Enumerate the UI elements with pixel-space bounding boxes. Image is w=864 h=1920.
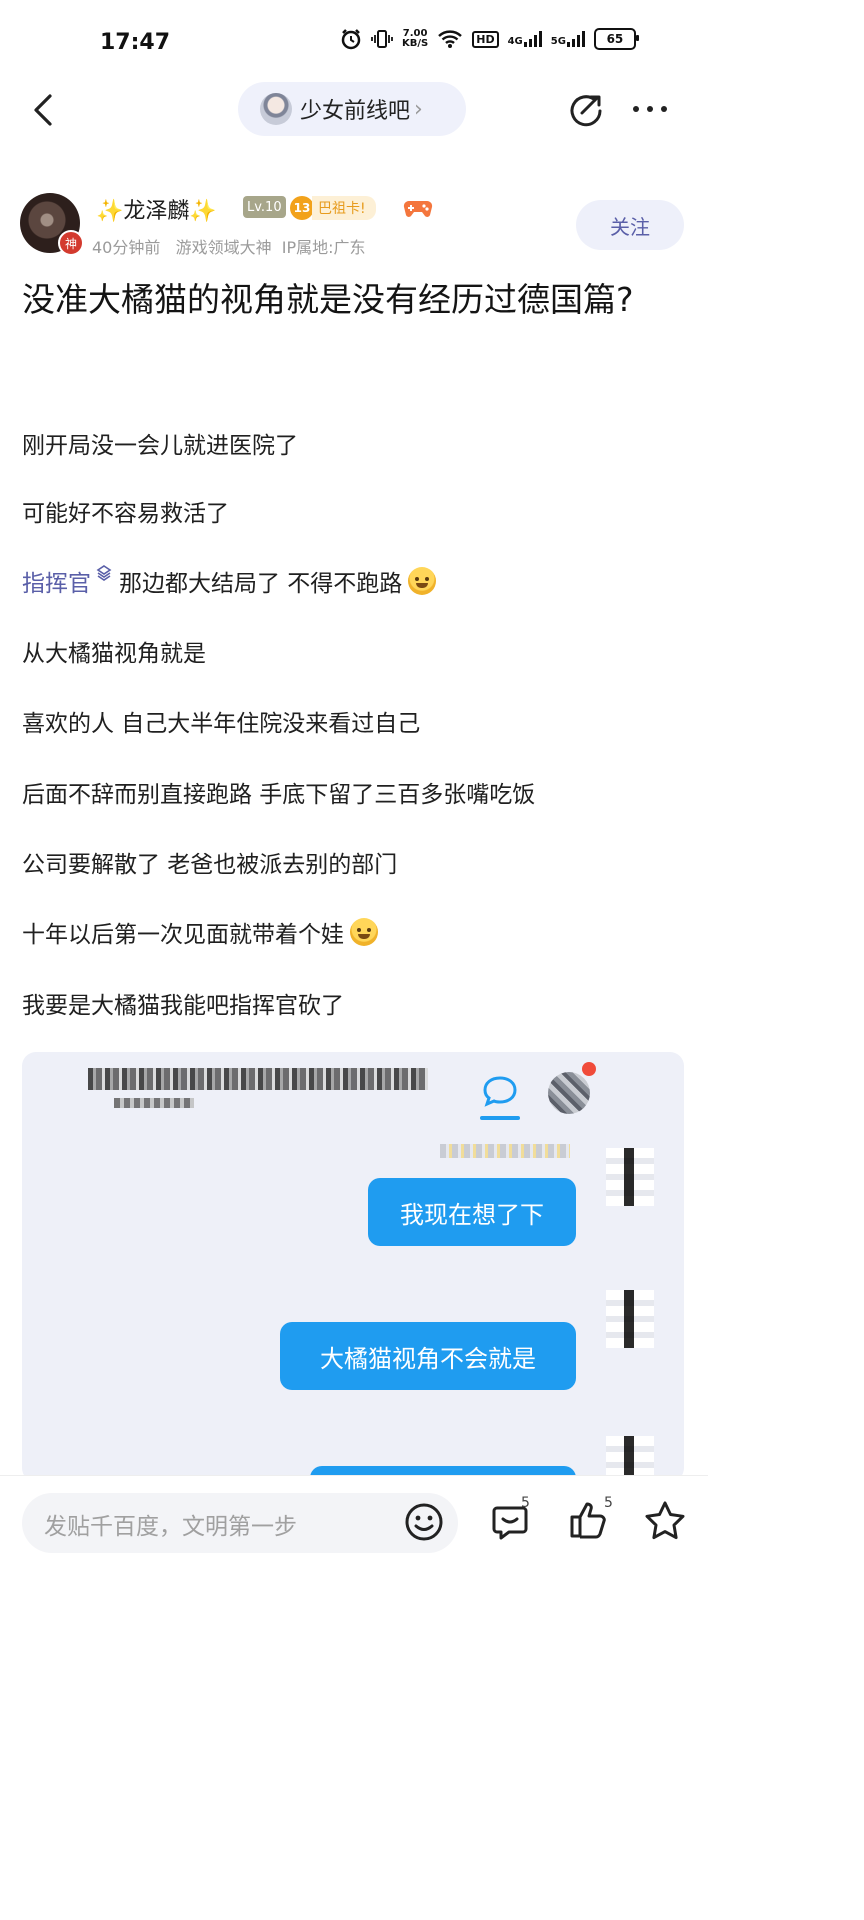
vibrate-icon	[371, 30, 393, 48]
signal-4g: 4G	[508, 31, 542, 47]
member-level: 13	[290, 196, 314, 220]
share-edit-button[interactable]	[567, 90, 605, 128]
pixelated-chat-title	[88, 1068, 428, 1090]
body-line-1: 刚开局没一会儿就进医院了	[22, 433, 298, 459]
body-line-2: 可能好不容易救活了	[22, 501, 229, 527]
chat-bubble: 大橘猫视角不会就是	[280, 1322, 576, 1390]
alarm-icon	[341, 29, 361, 50]
net-speed: 7.00 KB/S	[402, 29, 428, 49]
pixelated-avatar	[548, 1072, 590, 1114]
forum-name: 少女前线吧	[300, 99, 411, 124]
author-meta: 40分钟前 游戏领域大神 IP属地:广东	[92, 238, 366, 257]
follow-button[interactable]: 关注	[576, 200, 684, 250]
body-line-4: 从大橘猫视角就是	[22, 641, 206, 667]
pixelated-avatar	[606, 1148, 654, 1206]
emoji-button[interactable]	[403, 1501, 445, 1543]
gem-icon	[96, 565, 112, 582]
gamepad-icon	[403, 200, 433, 217]
pixelated-avatar	[606, 1290, 654, 1348]
signal-bars-icon	[523, 31, 542, 47]
body-line-8-text: 十年以后第一次见面就带着个娃	[22, 922, 344, 948]
forum-avatar	[260, 93, 292, 125]
favorite-star-button[interactable]	[642, 1498, 688, 1544]
battery-indicator: 65	[593, 28, 639, 50]
status-icons: 7.00 KB/S HD 4G 5G 65	[340, 28, 639, 50]
emoji-icon	[408, 567, 437, 595]
post-image[interactable]: 我现在想了下 大橘猫视角不会就是	[22, 1052, 684, 1482]
body-line-7: 公司要解散了 老爸也被派去别的部门	[22, 852, 398, 878]
reply-placeholder: 发贴千百度，文明第一步	[44, 1514, 297, 1540]
like-count: 5	[604, 1495, 613, 1511]
emoji-icon	[350, 918, 378, 946]
wifi-icon	[438, 30, 463, 48]
chat-bubble-icon	[483, 1076, 517, 1107]
hd-badge: HD	[472, 30, 499, 48]
status-time: 17:47	[100, 30, 171, 55]
back-button[interactable]	[28, 90, 60, 130]
chevron-right-icon: ›	[414, 96, 423, 122]
signal-4g-label: 4G	[507, 36, 523, 47]
body-line-5: 喜欢的人 自己大半年住院没来看过自己	[22, 711, 421, 737]
chat-bubble: 我现在想了下	[368, 1178, 576, 1246]
body-line-3-text: 那边都大结局了 不得不跑路	[119, 571, 403, 597]
comment-count: 5	[521, 1495, 530, 1511]
body-line-3: 指挥官 那边都大结局了 不得不跑路	[22, 564, 437, 598]
body-line-8: 十年以后第一次见面就带着个娃	[22, 915, 378, 949]
net-speed-unit: KB/S	[402, 38, 429, 49]
pixelated-chat-subtitle	[114, 1098, 194, 1108]
signal-5g: 5G	[551, 31, 585, 47]
more-options-button[interactable]	[630, 95, 670, 123]
level-badge: Lv.10	[243, 196, 286, 218]
god-badge: 神	[58, 230, 84, 256]
pixelated-timestamp	[440, 1144, 570, 1158]
member-title: 巴祖卡!	[312, 196, 376, 220]
notification-dot	[582, 1062, 596, 1076]
signal-bars-icon	[566, 31, 585, 47]
member-badge: 13 巴祖卡!	[290, 196, 376, 220]
body-line-9: 我要是大橘猫我能吧指挥官砍了	[22, 993, 344, 1019]
body-line-6: 后面不辞而别直接跑路 手底下留了三百多张嘴吃饭	[22, 782, 536, 808]
post-title: 没准大橘猫的视角就是没有经历过德国篇?	[22, 280, 634, 319]
forum-link[interactable]: 少女前线吧 ›	[238, 82, 466, 136]
mention-link[interactable]: 指挥官	[22, 571, 91, 597]
author-name[interactable]: ✨龙泽麟✨	[96, 193, 217, 225]
signal-5g-label: 5G	[550, 36, 566, 47]
tab-underline	[480, 1116, 520, 1120]
more-dots-icon	[633, 106, 667, 112]
